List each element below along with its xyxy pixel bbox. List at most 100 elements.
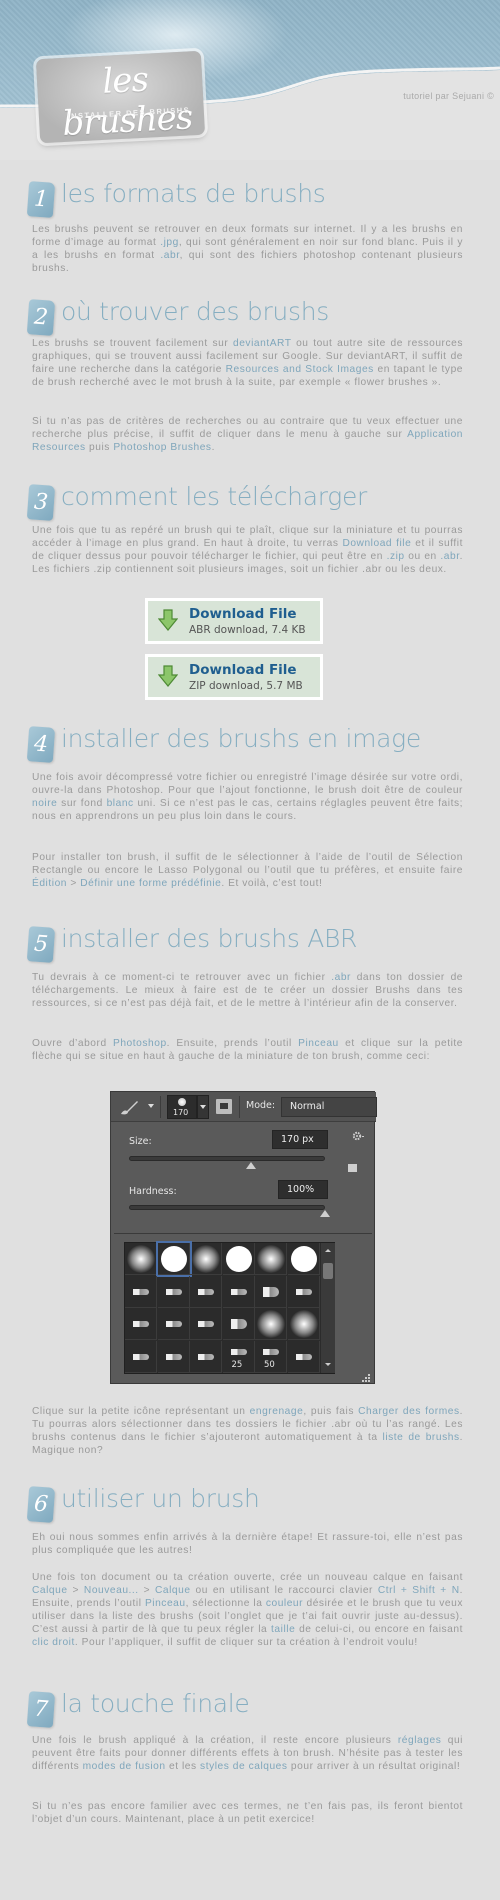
paragraph-text: Eh oui nous sommes enfin arrivés à la de… bbox=[32, 1532, 463, 1556]
highlighted-term: taille bbox=[271, 1624, 296, 1635]
brush-preset-bristle-tip[interactable] bbox=[222, 1275, 255, 1308]
section-paragraph: Les brushs peuvent se retrouver en deux … bbox=[32, 223, 463, 275]
section-title: comment les télécharger bbox=[61, 482, 368, 511]
highlighted-term: couleur bbox=[265, 1598, 304, 1609]
section-where-to-find: 2 où trouver des brushs Les brushs se tr… bbox=[0, 288, 500, 453]
brush-preset-bristle-tip[interactable] bbox=[190, 1308, 222, 1340]
highlighted-term: Définir une forme prédéfinie bbox=[80, 878, 222, 889]
section-paragraph: Si tu n’as pas de critères de recherches… bbox=[32, 415, 463, 454]
section-title: installer des brushs en image bbox=[61, 724, 421, 753]
resize-grip-icon[interactable] bbox=[361, 1373, 371, 1382]
brush-preset-bristle-tip[interactable] bbox=[287, 1340, 320, 1373]
brush-preset-bristle-tip[interactable] bbox=[287, 1275, 320, 1308]
brush-preset-bristle-tip[interactable] bbox=[190, 1340, 222, 1373]
highlighted-term: noire bbox=[32, 798, 58, 809]
paragraph-text: sur fond bbox=[57, 798, 107, 809]
brush-preset-bristle-tip[interactable] bbox=[157, 1340, 190, 1373]
brush-preset-picker[interactable]: 170 bbox=[167, 1095, 197, 1119]
bristle-brush-tip-icon bbox=[230, 1288, 247, 1295]
brush-preset-bristle-tip[interactable] bbox=[190, 1275, 222, 1308]
scrollbar-thumb[interactable] bbox=[323, 1263, 333, 1279]
highlighted-term: blanc bbox=[106, 798, 134, 809]
section-title: la touche finale bbox=[61, 1689, 250, 1718]
tool-preset-dropdown-arrow[interactable] bbox=[148, 1104, 154, 1108]
section-paragraph: Une fois le brush appliqué à la création… bbox=[32, 1734, 463, 1773]
soft-brush-tip-icon bbox=[192, 1245, 220, 1273]
size-slider[interactable] bbox=[129, 1156, 325, 1161]
highlighted-term: modes de fusion bbox=[82, 1761, 166, 1772]
brush-preset-bristle-tip[interactable] bbox=[255, 1275, 287, 1308]
divider bbox=[114, 1233, 372, 1234]
bristle-brush-tip-icon bbox=[230, 1319, 247, 1329]
size-input[interactable]: 170 px bbox=[272, 1130, 328, 1149]
brush-panel-toggle-icon[interactable] bbox=[216, 1099, 232, 1114]
photoshop-brush-panel: 170 Mode: Normal Size: 170 px Hardness: … bbox=[110, 1091, 377, 1384]
gear-icon[interactable] bbox=[351, 1130, 365, 1142]
brush-preset-soft-round[interactable] bbox=[287, 1308, 320, 1340]
section-paragraph: Pour installer ton brush, il suffit de l… bbox=[32, 851, 463, 890]
brush-preset-hard-round[interactable] bbox=[222, 1243, 255, 1275]
brush-list-scrollbar[interactable] bbox=[321, 1243, 335, 1373]
brush-preset-bristle-tip[interactable] bbox=[125, 1275, 157, 1308]
highlighted-term: Pinceau bbox=[298, 1038, 339, 1049]
section-heading: 7 la touche finale bbox=[0, 1680, 500, 1728]
bristle-brush-tip-icon bbox=[263, 1348, 279, 1355]
highlighted-term: clic droit bbox=[32, 1637, 75, 1648]
brush-tip-preview-icon bbox=[178, 1098, 186, 1106]
download-zip-button[interactable]: Download File ZIP download, 5.7 MB bbox=[145, 654, 323, 700]
highlighted-term: engrenage bbox=[249, 1406, 304, 1417]
brush-preset-bristle-tip[interactable] bbox=[157, 1308, 190, 1340]
section-title: installer des brushs ABR bbox=[61, 924, 358, 953]
author-credit: tutoriel par Sejuani © bbox=[403, 91, 494, 101]
paragraph-text: pour arriver à un résultat original! bbox=[287, 1761, 461, 1772]
section-final-touch: 7 la touche finale Une fois le brush app… bbox=[0, 1680, 500, 1825]
mode-select[interactable]: Normal bbox=[281, 1097, 377, 1117]
highlighted-term: Ctrl + Shift + N bbox=[377, 1585, 460, 1596]
section-paragraph: Si tu n’es pas encore familier avec ces … bbox=[32, 1800, 463, 1826]
brush-preset-soft-round[interactable] bbox=[255, 1308, 287, 1340]
paragraph-text: Ouvre d’abord bbox=[32, 1038, 113, 1049]
brush-preset-soft-round[interactable] bbox=[190, 1243, 222, 1275]
brush-preset-hard-round[interactable] bbox=[287, 1243, 320, 1275]
section-paragraph: Ouvre d’abord Photoshop. Ensuite, prends… bbox=[32, 1037, 463, 1063]
brush-preset-soft-round[interactable] bbox=[125, 1243, 157, 1275]
size-slider-thumb[interactable] bbox=[245, 1162, 256, 1169]
hardness-slider[interactable] bbox=[129, 1205, 325, 1210]
highlighted-term: Resources and Stock Images bbox=[225, 364, 374, 375]
section-heading: 6 utiliser un brush bbox=[0, 1475, 500, 1523]
brush-tool-icon[interactable] bbox=[117, 1098, 143, 1116]
divider bbox=[160, 1096, 161, 1118]
section-install-abr: 5 installer des brushs ABR Tu devrais à … bbox=[0, 915, 500, 1456]
highlighted-term: Photoshop bbox=[113, 1038, 167, 1049]
paragraph-text: > bbox=[138, 1585, 155, 1596]
section-use-brush: 6 utiliser un brush Eh oui nous sommes e… bbox=[0, 1475, 500, 1648]
new-preset-icon[interactable] bbox=[348, 1164, 357, 1172]
download-abr-button[interactable]: Download File ABR download, 7.4 KB bbox=[145, 598, 323, 644]
section-heading: 3 comment les télécharger bbox=[0, 473, 500, 521]
brush-preset-bristle-tip[interactable] bbox=[157, 1275, 190, 1308]
brush-preset-soft-round[interactable] bbox=[255, 1243, 287, 1275]
paragraph-text: . Pour l’appliquer, il suffit de cliquer… bbox=[74, 1637, 418, 1648]
soft-brush-tip-icon bbox=[257, 1310, 285, 1338]
paragraph-text: . Et voilà, c’est tout! bbox=[221, 878, 323, 889]
brush-preset-hard-round[interactable] bbox=[155, 1241, 192, 1277]
paragraph-text: Une fois le brush appliqué à la création… bbox=[32, 1735, 398, 1746]
highlighted-term: .zip bbox=[386, 551, 405, 562]
bristle-brush-tip-icon bbox=[165, 1353, 182, 1360]
brush-picker-dropdown-button[interactable] bbox=[197, 1095, 209, 1119]
brush-preset-bristle-tip[interactable] bbox=[222, 1308, 255, 1340]
bristle-brush-tip-icon bbox=[295, 1353, 312, 1360]
hardness-slider-thumb[interactable] bbox=[320, 1210, 330, 1217]
brush-preset-bristle-tip[interactable] bbox=[125, 1340, 157, 1373]
brush-size-label: 25 bbox=[231, 1359, 243, 1370]
brush-preset-bristle-tip[interactable] bbox=[125, 1308, 157, 1340]
section-paragraph: Tu devrais à ce moment-ci te retrouver a… bbox=[32, 971, 463, 1010]
download-title: Download File bbox=[189, 662, 297, 678]
paragraph-text: Une fois ton document ou ta création ouv… bbox=[32, 1572, 463, 1583]
section-paragraph: Une fois ton document ou ta création ouv… bbox=[32, 1571, 463, 1649]
hardness-input[interactable]: 100% bbox=[278, 1180, 328, 1199]
scroll-down-icon[interactable] bbox=[325, 1363, 331, 1366]
paragraph-text: Si tu n’es pas encore familier avec ces … bbox=[32, 1801, 463, 1825]
bristle-brush-tip-icon bbox=[198, 1353, 214, 1360]
scroll-up-icon[interactable] bbox=[325, 1249, 331, 1252]
